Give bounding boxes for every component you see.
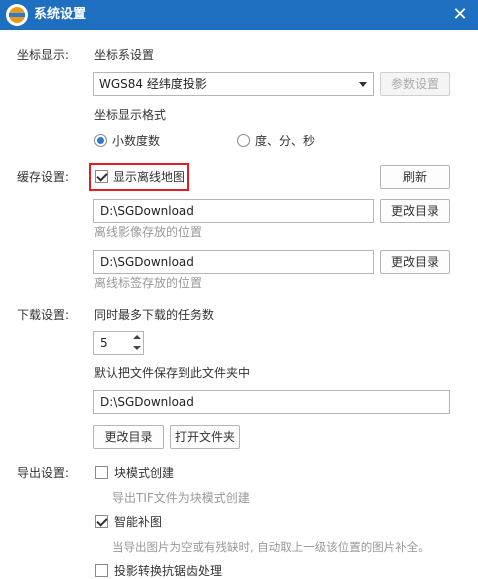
download-section-label: 下载设置:	[17, 308, 70, 322]
cache-section-label: 缓存设置:	[17, 170, 70, 184]
coord-format-label: 坐标显示格式	[94, 108, 167, 122]
default-folder-label: 默认把文件保存到此文件夹中	[94, 366, 251, 380]
show-offline-label: 显示离线地图	[113, 170, 186, 184]
coord-system-label: 坐标系设置	[94, 48, 155, 62]
default-folder-input[interactable]: D:\SGDownload	[93, 390, 450, 414]
format-radio-decimal[interactable]	[94, 134, 107, 147]
coord-system-value: WGS84 经纬度投影	[99, 77, 207, 91]
antialias-checkbox[interactable]	[95, 564, 108, 577]
block-mode-hint: 导出TIF文件为块模式创建	[112, 491, 250, 505]
max-tasks-stepper[interactable]: 5	[93, 331, 144, 355]
label-path-input[interactable]: D:\SGDownload	[93, 250, 374, 274]
open-folder-button[interactable]: 打开文件夹	[170, 425, 240, 449]
smart-fill-checkbox[interactable]	[95, 515, 108, 528]
image-path-hint: 离线影像存放的位置	[94, 225, 203, 239]
format-radio-dms[interactable]	[237, 134, 250, 147]
max-tasks-value: 5	[100, 336, 108, 350]
image-path-input[interactable]: D:\SGDownload	[93, 199, 374, 223]
smart-fill-hint: 当导出图片为空或有残缺时, 自动取上一级该位置的图片补全。	[112, 540, 430, 554]
title-bar: 系统设置 ✕	[0, 0, 478, 30]
window-title: 系统设置	[34, 7, 87, 22]
decrement-arrow-icon[interactable]	[131, 343, 143, 354]
dropdown-arrow-icon	[359, 82, 367, 87]
refresh-button[interactable]: 刷新	[380, 165, 450, 189]
label-path-hint: 离线标签存放的位置	[94, 276, 203, 290]
block-mode-checkbox[interactable]	[95, 466, 108, 479]
block-mode-label: 块模式创建	[114, 466, 175, 480]
export-section-label: 导出设置:	[17, 466, 70, 480]
show-offline-checkbox[interactable]	[95, 170, 108, 183]
close-icon[interactable]: ✕	[450, 5, 470, 25]
format-option-decimal: 小数度数	[112, 134, 161, 148]
app-logo-icon	[6, 4, 28, 26]
params-button[interactable]: 参数设置	[380, 72, 450, 96]
coord-section-label: 坐标显示:	[17, 48, 70, 62]
format-option-dms: 度、分、秒	[255, 134, 316, 148]
increment-arrow-icon[interactable]	[131, 332, 143, 343]
coord-system-select[interactable]: WGS84 经纬度投影	[93, 72, 374, 96]
change-label-dir-button[interactable]: 更改目录	[380, 250, 450, 274]
antialias-label: 投影转换抗锯齿处理	[114, 564, 223, 578]
smart-fill-label: 智能补图	[114, 515, 163, 529]
change-download-dir-button[interactable]: 更改目录	[93, 425, 164, 449]
max-tasks-label: 同时最多下载的任务数	[94, 308, 215, 322]
change-image-dir-button[interactable]: 更改目录	[380, 199, 450, 223]
